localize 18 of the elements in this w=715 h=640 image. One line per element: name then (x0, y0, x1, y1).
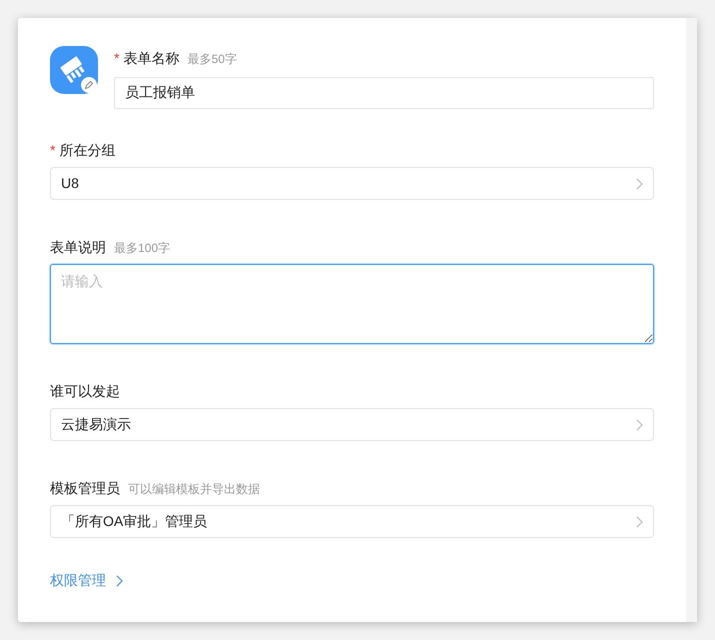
chevron-right-icon (636, 178, 643, 190)
field-hint: 最多100字 (114, 240, 170, 257)
field-hint: 可以编辑模板并导出数据 (128, 481, 260, 498)
select-field[interactable]: U8 (50, 167, 654, 200)
field-label: 表单说明 (50, 238, 106, 257)
field-label: 模板管理员 (50, 479, 120, 498)
description-field[interactable]: 请输入 (50, 264, 654, 344)
field-label: * 表单名称 (114, 49, 180, 68)
select-field[interactable]: 「所有OA审批」管理员 (50, 505, 654, 538)
field-label: * 所在分组 (50, 141, 116, 160)
select-field[interactable]: 云捷易演示 (50, 408, 654, 441)
form-app-icon[interactable] (50, 46, 98, 94)
chevron-right-icon (636, 516, 643, 528)
chevron-right-icon (636, 418, 643, 430)
chevron-right-icon (116, 574, 123, 586)
field-label: 谁可以发起 (50, 382, 120, 401)
form-name-field[interactable]: 员工报销单 (114, 77, 654, 109)
field-hint: 最多50字 (187, 51, 237, 68)
